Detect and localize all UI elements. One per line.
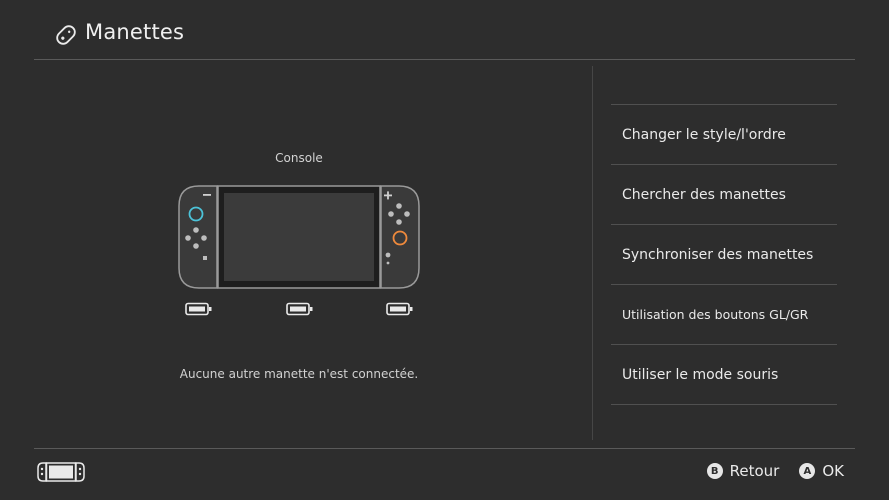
joycon-icon [56,25,76,45]
footer-divider [34,448,855,449]
console-label: Console [275,151,323,165]
console-illustration [178,185,420,289]
back-label: Retour [729,462,780,480]
footer-actions: B Retour A OK [687,462,844,480]
no-controller-message: Aucune autre manette n'est connectée. [179,367,419,381]
menu-item-find-controllers[interactable]: Chercher des manettes [611,164,837,224]
console-handheld-icon [37,462,85,482]
battery-icon [286,302,313,316]
menu-item-mouse-mode[interactable]: Utiliser le mode souris [611,344,837,405]
console-panel: Console Aucune autre manette n'est conne… [34,60,592,448]
menu-item-change-grip-order[interactable]: Changer le style/l'ordre [611,104,837,164]
controller-menu: Changer le style/l'ordre Chercher des ma… [611,104,837,405]
back-action[interactable]: B Retour [706,462,780,480]
menu-item-pair-controllers[interactable]: Synchroniser des manettes [611,224,837,284]
battery-icon [185,302,212,316]
led-dot-icon [386,261,390,265]
a-button-icon: A [799,463,816,479]
console-screen [224,193,374,281]
capture-button-icon [203,256,207,260]
home-button-icon [385,252,391,258]
header: Manettes [0,0,889,60]
page-title: Manettes [85,20,185,44]
console-body [217,185,381,289]
menu-item-label: Chercher des manettes [622,186,786,203]
b-button-icon: B [706,463,723,479]
menu-item-label: Changer le style/l'ordre [622,126,786,143]
left-joycon [178,185,218,289]
menu-item-label: Utilisation des boutons GL/GR [622,307,809,322]
ok-label: OK [822,462,844,480]
vertical-divider [592,66,593,440]
right-joycon [380,185,420,289]
menu-item-label: Utiliser le mode souris [622,366,779,383]
menu-item-gl-gr-buttons[interactable]: Utilisation des boutons GL/GR [611,284,837,344]
minus-button-icon [203,194,211,196]
ok-action[interactable]: A OK [799,462,844,480]
battery-icon [386,302,413,316]
menu-item-label: Synchroniser des manettes [622,246,814,263]
